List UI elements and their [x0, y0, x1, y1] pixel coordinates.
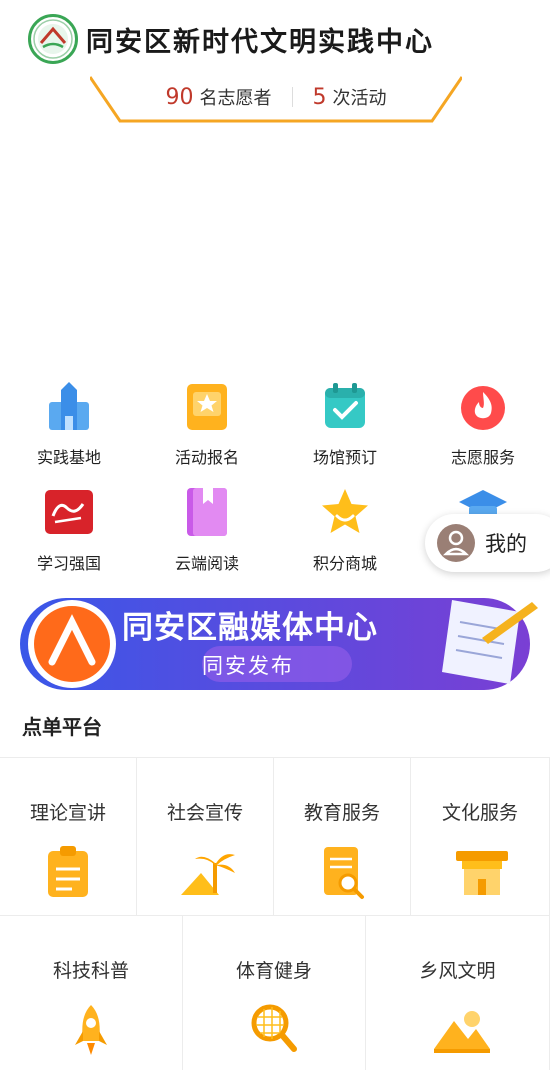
grid-item-volunteer-service[interactable]: 志愿服务 — [414, 380, 550, 468]
grid-item-label: 活动报名 — [174, 448, 239, 467]
document-search-icon — [316, 843, 368, 903]
xuexi-icon — [43, 486, 95, 538]
service-item-theory[interactable]: 理论宣讲 — [0, 757, 137, 915]
calendar-check-icon — [319, 380, 371, 432]
racket-icon — [248, 1001, 300, 1061]
grid-item-label: 云端阅读 — [174, 554, 239, 573]
volunteer-count: 90 — [165, 84, 194, 110]
logo-icon — [28, 14, 78, 64]
grid-item-cloud-reading[interactable]: 云端阅读 — [138, 486, 276, 574]
building-icon — [43, 380, 95, 432]
service-item-science[interactable]: 科技科普 — [0, 915, 183, 1070]
book-icon — [181, 486, 233, 538]
grid-item-label: 学习强国 — [36, 554, 101, 573]
service-item-education[interactable]: 教育服务 — [274, 757, 411, 915]
avatar-icon — [437, 524, 475, 562]
service-item-label: 教育服务 — [303, 802, 380, 824]
section-title: 点单平台 — [22, 715, 102, 739]
grid-item-label: 积分商城 — [312, 554, 377, 573]
grid-item-points-mall[interactable]: 积分商城 — [276, 486, 414, 574]
service-item-label: 文化服务 — [441, 802, 518, 824]
star-card-icon — [181, 380, 233, 432]
media-banner-subtitle: 同安发布 — [202, 654, 294, 678]
pavilion-icon — [454, 843, 508, 903]
order-platform-grid: 理论宣讲 社会宣传 教育服务 文化服务 科技科普 体育健身 乡风文明 — [0, 757, 550, 1070]
activity-count: 5 — [312, 84, 327, 110]
flame-icon — [457, 380, 509, 432]
clipboard-icon — [42, 843, 94, 903]
service-item-label: 体育健身 — [235, 960, 312, 982]
service-item-label: 理论宣讲 — [29, 802, 106, 824]
grid-item-label: 实践基地 — [36, 448, 101, 467]
stats-banner: 90 名志愿者 5 次活动 — [90, 76, 462, 124]
grid-item-practice-base[interactable]: 实践基地 — [0, 380, 138, 468]
rocket-icon — [65, 1001, 117, 1061]
page-title: 同安区新时代文明实践中心 — [86, 26, 434, 58]
service-item-social[interactable]: 社会宣传 — [137, 757, 274, 915]
star-icon — [319, 486, 371, 538]
palm-tree-icon — [179, 843, 235, 903]
media-banner-title: 同安区融媒体中心 — [122, 610, 378, 646]
grid-item-activity-signup[interactable]: 活动报名 — [138, 380, 276, 468]
grid-item-label: 志愿服务 — [450, 448, 515, 467]
grid-item-xuexi[interactable]: 学习强国 — [0, 486, 138, 574]
header: 同安区新时代文明实践中心 — [0, 0, 550, 78]
media-center-banner[interactable]: 同安区融媒体中心 同安发布 — [12, 592, 540, 692]
service-item-label: 乡风文明 — [419, 960, 496, 982]
grid-item-venue-booking[interactable]: 场馆预订 — [276, 380, 414, 468]
service-item-culture[interactable]: 文化服务 — [411, 757, 550, 915]
activity-label: 次活动 — [332, 88, 387, 109]
my-profile-label: 我的 — [485, 532, 527, 556]
volunteer-label: 名志愿者 — [199, 88, 272, 109]
stats-divider — [291, 87, 293, 107]
mountain-icon — [432, 1001, 490, 1061]
service-item-civility[interactable]: 乡风文明 — [366, 915, 550, 1070]
service-item-sports[interactable]: 体育健身 — [183, 915, 366, 1070]
service-item-label: 科技科普 — [52, 960, 129, 982]
service-item-label: 社会宣传 — [166, 802, 243, 824]
grid-item-label: 场馆预订 — [312, 448, 377, 467]
my-profile-button[interactable]: 我的 — [425, 514, 550, 572]
